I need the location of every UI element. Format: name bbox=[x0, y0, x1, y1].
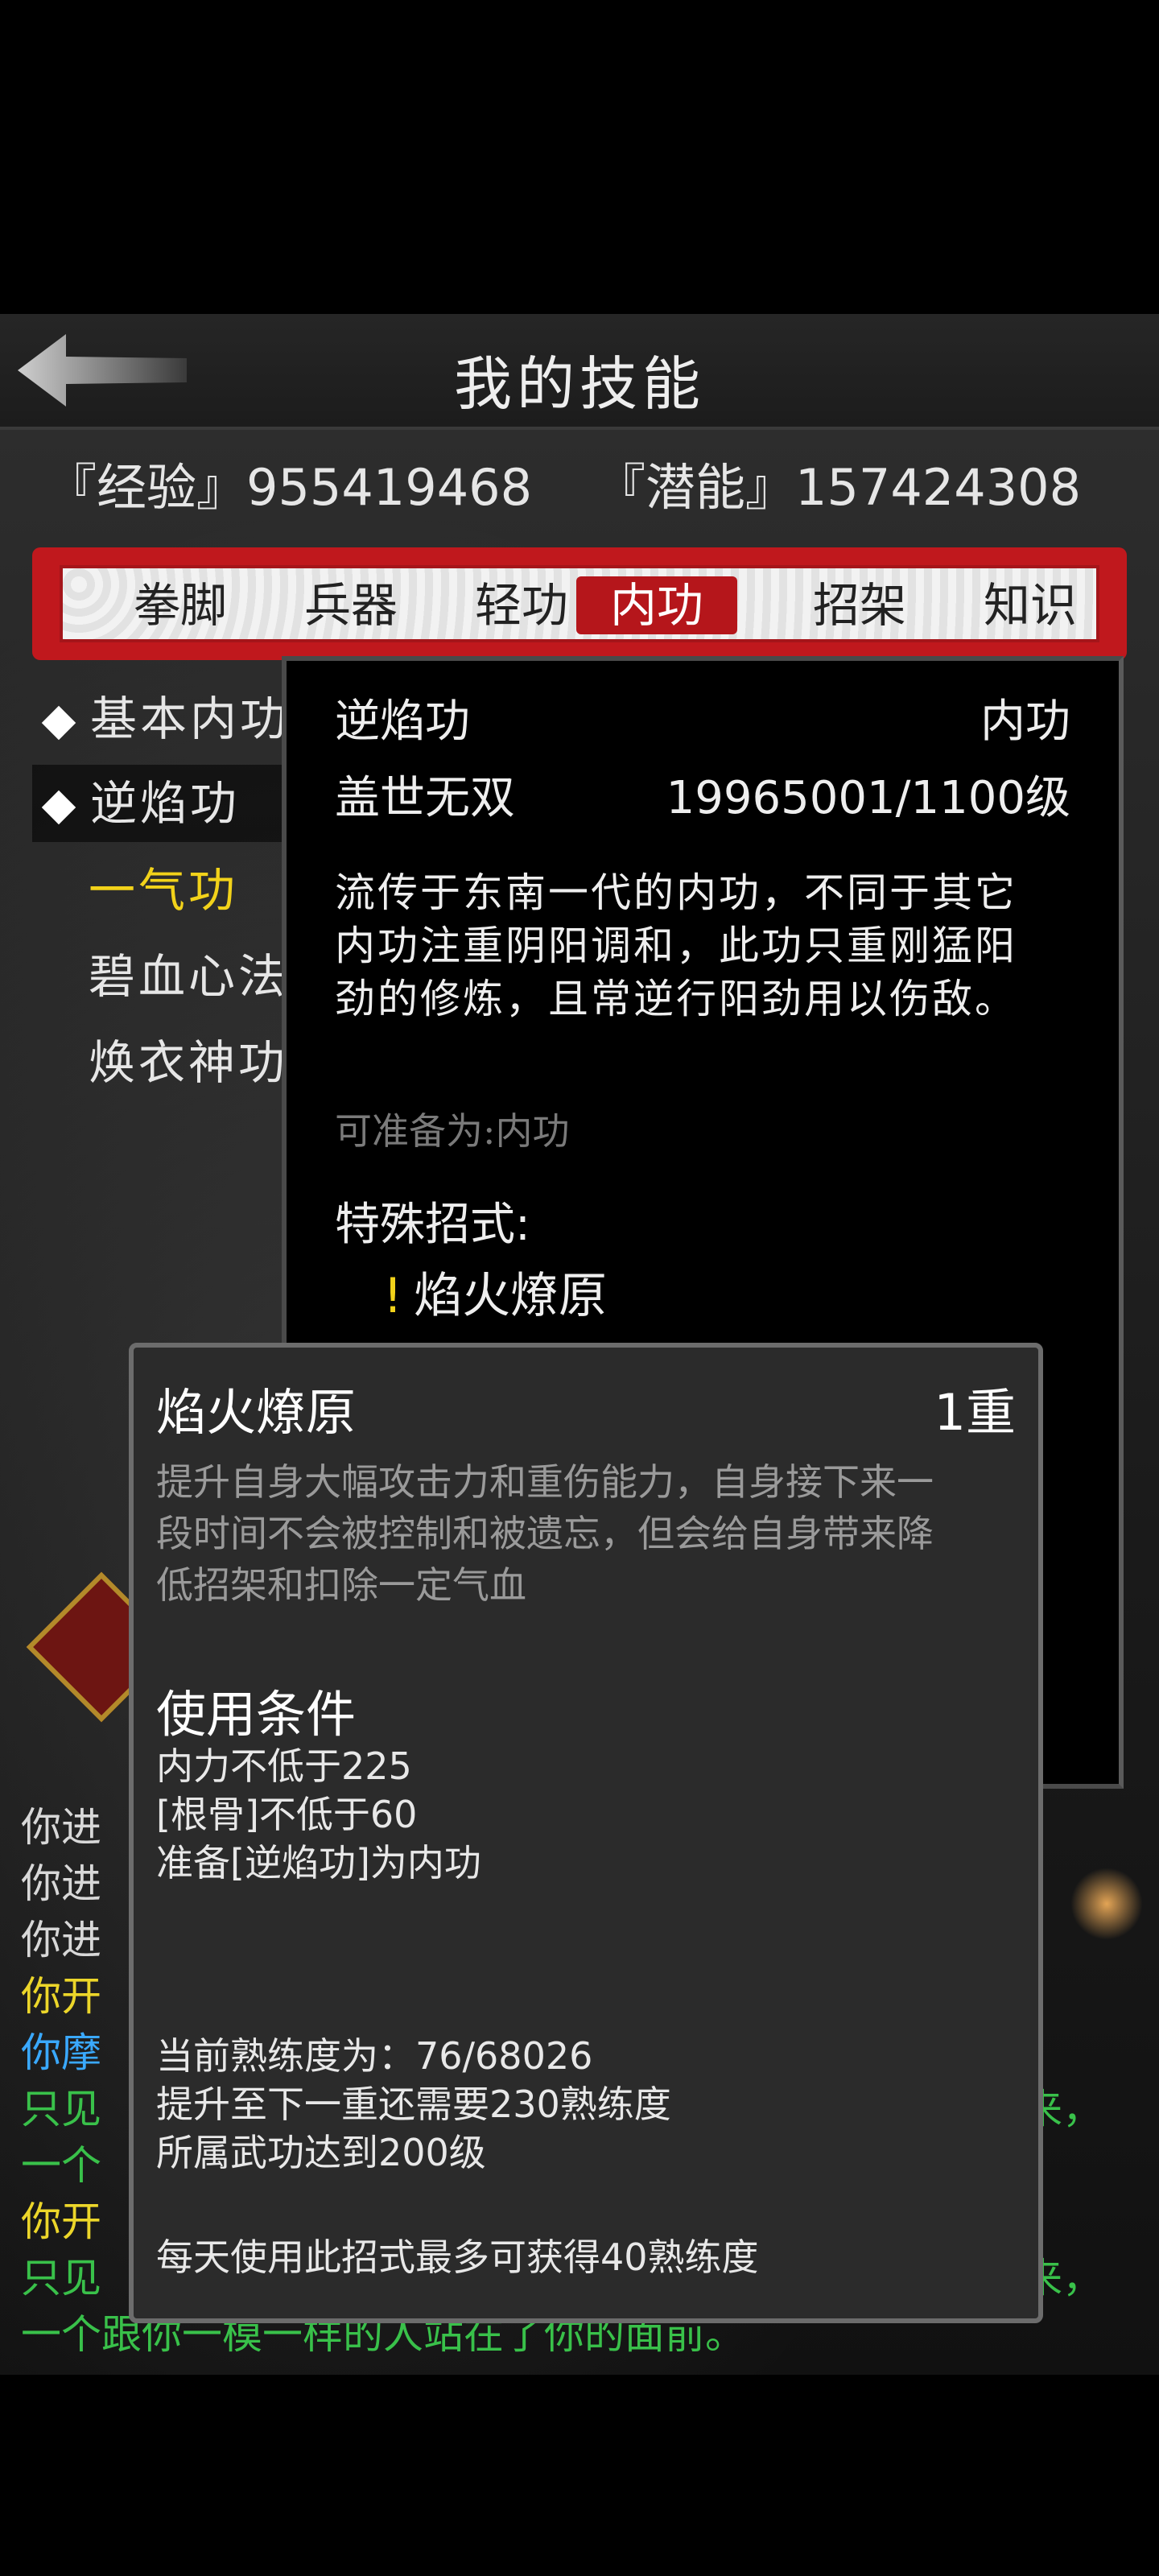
condition-item: 内力不低于225 bbox=[156, 1744, 412, 1788]
condition-item: 准备[逆焰功]为内功 bbox=[156, 1841, 481, 1885]
conditions-title: 使用条件 bbox=[156, 1685, 357, 1744]
lantern-glow bbox=[1070, 1868, 1143, 1940]
tab-knowledge[interactable]: 知识 bbox=[950, 576, 1111, 634]
skill-item-basic-internal[interactable]: 基本内功 bbox=[32, 680, 290, 758]
chat-line: 只见 bbox=[21, 2255, 101, 2301]
chat-line: 你摩 bbox=[21, 2029, 101, 2076]
description-line: 内功注重阴阳调和，此功只重刚猛阳 bbox=[335, 923, 1017, 969]
special-moves-title: 特殊招式: bbox=[335, 1199, 530, 1251]
chat-line: 只见 bbox=[21, 2086, 101, 2132]
chat-line: 你进 bbox=[21, 1804, 101, 1851]
experience-stat: 『经验』955419468 bbox=[47, 447, 532, 519]
stats-bar: 『经验』955419468 『潜能』157424308 bbox=[0, 447, 1159, 517]
diamond-icon bbox=[41, 705, 76, 741]
tab-parry[interactable]: 招架 bbox=[779, 576, 940, 634]
description-line: 劲的修炼，且常逆行阳劲用以伤敌。 bbox=[335, 976, 1017, 1022]
move-description-line: 提升自身大幅攻击力和重伤能力，自身接下来一 bbox=[156, 1460, 934, 1504]
prep-text: 可准备为:内功 bbox=[335, 1109, 570, 1153]
tab-internal[interactable]: 内功 bbox=[576, 576, 737, 634]
chat-line: 一个 bbox=[21, 2142, 101, 2189]
chat-line: 你进 bbox=[21, 1860, 101, 1907]
skill-name: 逆焰功 bbox=[335, 696, 470, 748]
potential-stat: 『潜能』157424308 bbox=[596, 447, 1081, 519]
skill-item-bixue[interactable]: 碧血心法 bbox=[89, 938, 288, 1015]
skill-description: 流传于东南一代的内功，不同于其它 内功注重阴阳调和，此功只重刚猛阳 劲的修炼，且… bbox=[335, 866, 1059, 1026]
move-description-line: 低招架和扣除一定气血 bbox=[156, 1563, 526, 1607]
proficiency-text: 当前熟练度为：76/68026 bbox=[156, 2034, 593, 2078]
skill-name-row: 逆焰功 内功 bbox=[335, 685, 1070, 750]
experience-value: 955419468 bbox=[246, 458, 533, 517]
skill-item-huanyi[interactable]: 焕衣神功 bbox=[89, 1024, 288, 1101]
experience-label: 『经验』 bbox=[47, 458, 247, 517]
special-move-name: 焰火燎原 bbox=[414, 1268, 608, 1324]
special-move-item[interactable]: ! 焰火燎原 bbox=[383, 1257, 607, 1327]
diamond-icon bbox=[41, 790, 76, 825]
move-level: 1重 bbox=[934, 1383, 1016, 1442]
exclamation-icon: ! bbox=[383, 1268, 403, 1324]
description-line: 流传于东南一代的内功，不同于其它 bbox=[335, 869, 1017, 916]
daily-limit-text: 每天使用此招式最多可获得40熟练度 bbox=[156, 2235, 759, 2279]
next-level-need: 提升至下一重还需要230熟练度 bbox=[156, 2083, 671, 2126]
skill-rank-row: 盖世无双 19965001/1100级 bbox=[335, 762, 1070, 827]
skill-type: 内功 bbox=[980, 696, 1070, 748]
conditions-list: 内力不低于225 [根骨]不低于60 准备[逆焰功]为内功 bbox=[156, 1742, 1016, 1887]
page-title: 我的技能 bbox=[453, 350, 705, 418]
skill-level: 19965001/1100级 bbox=[666, 772, 1070, 824]
move-description: 提升自身大幅攻击力和重伤能力，自身接下来一 段时间不会被控制和被遗忘，但会给自身… bbox=[156, 1456, 1016, 1611]
move-detail-popup: 焰火燎原 1重 提升自身大幅攻击力和重伤能力，自身接下来一 段时间不会被控制和被… bbox=[129, 1343, 1043, 2323]
tab-fist[interactable]: 拳脚 bbox=[100, 576, 261, 634]
move-description-line: 段时间不会被控制和被遗忘，但会给自身带来降 bbox=[156, 1512, 934, 1555]
chat-line: 你开 bbox=[21, 1973, 101, 2020]
move-name: 焰火燎原 bbox=[156, 1383, 357, 1442]
chat-line: 你开 bbox=[21, 2198, 101, 2245]
skill-category-tabs: 拳脚 兵器 轻功 内功 招架 知识 bbox=[32, 547, 1127, 660]
condition-item: [根骨]不低于60 bbox=[156, 1793, 418, 1836]
skill-item-yiqigong[interactable]: 一气功 bbox=[89, 852, 238, 929]
proficiency-info: 当前熟练度为：76/68026 提升至下一重还需要230熟练度 所属武功达到20… bbox=[156, 2032, 1016, 2177]
skill-label: 基本内功 bbox=[90, 691, 291, 746]
move-title-row: 焰火燎原 1重 bbox=[156, 1372, 1016, 1444]
potential-value: 157424308 bbox=[795, 458, 1082, 517]
top-bar: 我的技能 bbox=[0, 314, 1159, 430]
required-level: 所属武功达到200级 bbox=[156, 2131, 486, 2174]
tab-weapon[interactable]: 兵器 bbox=[270, 576, 431, 634]
chat-line: 你进 bbox=[21, 1917, 101, 1963]
potential-label: 『潜能』 bbox=[596, 458, 796, 517]
skill-label: 逆焰功 bbox=[90, 776, 241, 831]
skill-rank: 盖世无双 bbox=[335, 772, 515, 824]
